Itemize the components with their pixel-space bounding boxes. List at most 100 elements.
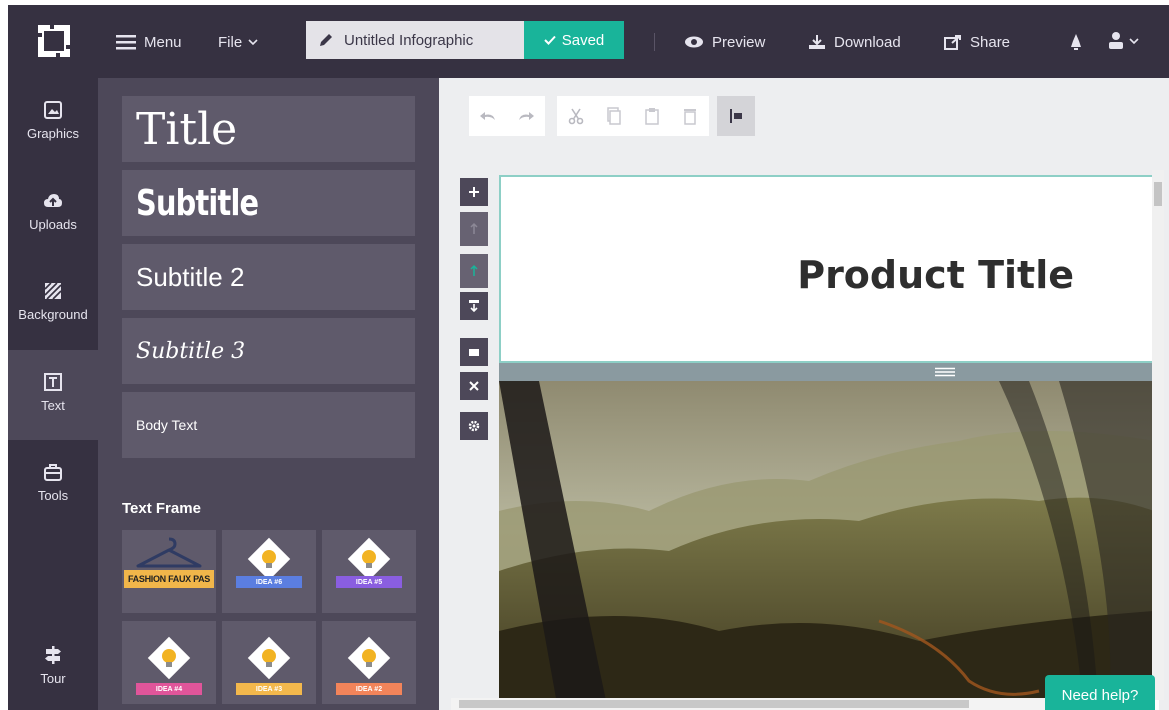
pencil-icon: [320, 34, 332, 46]
user-account-button[interactable]: [1108, 31, 1139, 51]
menu-button[interactable]: Menu: [116, 29, 182, 55]
download-button[interactable]: Download: [808, 29, 901, 55]
sidebar-item-label: Background: [18, 307, 88, 322]
file-menu-button[interactable]: File: [218, 29, 258, 55]
move-to-bottom-button[interactable]: [460, 292, 488, 320]
text-frame-idea-6[interactable]: IDEA #6: [222, 530, 316, 613]
image-icon: [44, 101, 62, 119]
product-title[interactable]: Product Title: [797, 253, 1074, 297]
close-icon: [469, 381, 479, 391]
text-frame-label: IDEA #5: [336, 576, 402, 588]
text-frame-label: IDEA #2: [336, 683, 402, 695]
share-icon: [944, 35, 961, 50]
scissors-icon: [568, 108, 584, 125]
top-bar: Menu File Untitled Infographic Saved Pre…: [8, 5, 1169, 78]
block-resize-handle[interactable]: [499, 363, 1154, 381]
paste-button[interactable]: [633, 96, 671, 136]
left-sidebar: Graphics Uploads Background Text Tools T…: [8, 78, 98, 710]
app-logo[interactable]: [36, 23, 72, 59]
chevron-down-icon: [1129, 38, 1139, 45]
drag-handle-icon: [935, 367, 955, 377]
text-style-title[interactable]: Title: [122, 96, 415, 162]
sidebar-item-graphics[interactable]: Graphics: [8, 78, 98, 168]
horizontal-scroll-thumb[interactable]: [459, 700, 969, 708]
infographic-canvas[interactable]: Product Title: [499, 175, 1159, 710]
text-frame-label: FASHION FAUX PAS: [124, 570, 214, 588]
user-icon: [1109, 32, 1123, 49]
copy-button[interactable]: [595, 96, 633, 136]
align-left-icon: [730, 109, 742, 123]
move-down-button[interactable]: [460, 254, 488, 288]
text-frame-heading: Text Frame: [122, 500, 201, 517]
text-style-subtitle-3[interactable]: Subtitle 3: [122, 318, 415, 384]
delete-block-button[interactable]: [460, 372, 488, 400]
document-title: Untitled Infographic: [344, 31, 474, 49]
preview-button[interactable]: Preview: [684, 29, 765, 55]
duplicate-block-button[interactable]: [460, 338, 488, 366]
signpost-icon: [45, 646, 61, 664]
cut-button[interactable]: [557, 96, 595, 136]
lightbulb-icon: [147, 636, 191, 680]
sidebar-item-label: Graphics: [26, 126, 80, 141]
saved-status-button[interactable]: Saved: [524, 21, 624, 59]
sidebar-item-label: Text: [41, 398, 65, 413]
hamburger-icon: [116, 35, 136, 50]
cloud-upload-icon: [44, 194, 62, 207]
text-frame-idea-5[interactable]: IDEA #5: [322, 530, 416, 613]
undo-button[interactable]: [469, 96, 507, 136]
vertical-scroll-thumb[interactable]: [1154, 182, 1162, 206]
hanger-icon: [136, 537, 202, 568]
eye-icon: [685, 36, 703, 48]
sidebar-item-tools[interactable]: Tools: [8, 440, 98, 530]
text-frame-idea-4[interactable]: IDEA #4: [122, 621, 216, 704]
align-button[interactable]: [717, 96, 755, 136]
paste-icon: [645, 108, 659, 125]
sidebar-item-text[interactable]: Text: [8, 350, 98, 440]
lightbulb-icon: [347, 636, 391, 680]
preview-label: Preview: [712, 33, 766, 51]
document-title-field[interactable]: Untitled Infographic: [306, 21, 524, 59]
arrow-to-bottom-icon: [469, 300, 479, 313]
menu-label: Menu: [144, 33, 182, 51]
sidebar-item-tour[interactable]: Tour: [8, 623, 98, 710]
add-block-button[interactable]: [460, 178, 488, 206]
text-styles-panel: Title Subtitle Subtitle 2 Subtitle 3 Bod…: [98, 78, 439, 710]
canvas-vertical-scrollbar[interactable]: [1152, 170, 1164, 700]
redo-button[interactable]: [507, 96, 545, 136]
text-style-subtitle-2-label: Subtitle 2: [136, 261, 245, 292]
text-style-subtitle-3-label: Subtitle 3: [136, 338, 246, 364]
text-style-title-label: Title: [136, 103, 238, 155]
text-style-subtitle-label: Subtitle: [136, 182, 259, 224]
sidebar-item-background[interactable]: Background: [8, 259, 98, 349]
sidebar-item-label: Tour: [40, 671, 66, 686]
briefcase-icon: [44, 464, 62, 481]
need-help-button[interactable]: Need help?: [1045, 675, 1155, 710]
text-style-subtitle[interactable]: Subtitle: [122, 170, 415, 236]
move-up-button[interactable]: [460, 212, 488, 246]
block-settings-button[interactable]: [460, 412, 488, 440]
copy-icon: [607, 107, 621, 125]
toolbar-divider: [654, 33, 655, 51]
notification-bell-icon[interactable]: [1068, 33, 1084, 51]
text-frame-fashion[interactable]: FASHION FAUX PAS: [122, 530, 216, 613]
background-pattern-icon: [44, 282, 62, 300]
share-button[interactable]: Share: [944, 29, 1010, 55]
text-style-subtitle-2[interactable]: Subtitle 2: [122, 244, 415, 310]
chevron-down-icon: [248, 39, 258, 46]
text-frame-idea-2[interactable]: IDEA #2: [322, 621, 416, 704]
sidebar-item-uploads[interactable]: Uploads: [8, 169, 98, 259]
arrow-up-icon: [470, 264, 478, 276]
text-frame-idea-3[interactable]: IDEA #3: [222, 621, 316, 704]
delete-button[interactable]: [671, 96, 709, 136]
mountain-landscape-image: [499, 381, 1154, 710]
checkmark-icon: [544, 35, 556, 45]
header-block[interactable]: Product Title: [499, 175, 1154, 363]
landscape-photo[interactable]: [499, 381, 1154, 710]
text-frame-label: IDEA #4: [136, 683, 202, 695]
text-style-body[interactable]: Body Text: [122, 392, 415, 458]
file-label: File: [218, 33, 243, 51]
download-icon: [809, 35, 825, 49]
duplicate-icon: [469, 349, 479, 356]
undo-icon: [480, 112, 495, 120]
sidebar-item-label: Uploads: [29, 217, 77, 232]
